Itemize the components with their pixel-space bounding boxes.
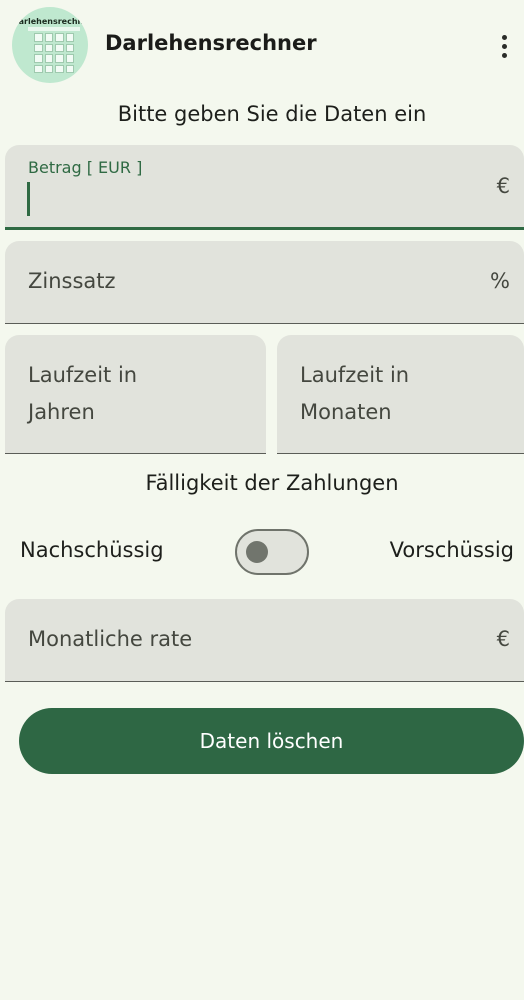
term-months-field[interactable]: Laufzeit in Monaten [277,335,524,454]
logo-text: Darlehensrechner [12,17,88,26]
euro-suffix: € [496,174,510,198]
amount-field[interactable]: Betrag [ EUR ] € [5,145,524,230]
logo-calculator-keys [34,33,74,73]
clear-data-button[interactable]: Daten löschen [19,708,524,774]
advance-option-label: Vorschüssig [389,538,514,562]
term-years-field[interactable]: Laufzeit in Jahren [5,335,266,454]
monthly-rate-field[interactable]: Monatliche rate € [5,599,524,682]
more-vert-icon[interactable] [490,30,518,62]
top-app-bar: Darlehensrechner Darlehensrechner [0,0,524,92]
amount-field-label: Betrag [ EUR ] [28,158,143,177]
app-logo: Darlehensrechner [12,7,88,83]
percent-suffix: % [490,269,510,293]
payment-timing-switch[interactable] [235,529,309,575]
term-months-placeholder-line1: Laufzeit in [300,363,410,387]
interest-rate-placeholder: Zinssatz [28,269,116,293]
monthly-rate-placeholder: Monatliche rate [28,627,193,651]
term-years-placeholder-line1: Laufzeit in [28,363,138,387]
arrears-option-label: Nachschüssig [20,538,164,562]
form-heading: Bitte geben Sie die Daten ein [117,102,427,126]
payment-timing-label: Fälligkeit der Zahlungen [145,471,399,495]
app-screen: Darlehensrechner Darlehensrechner Bitte … [0,0,524,1000]
logo-calculator-display [28,27,80,31]
switch-thumb [246,541,268,563]
text-cursor [27,182,30,216]
euro-suffix: € [496,627,510,651]
term-years-placeholder-line2: Jahren [28,400,95,424]
app-title: Darlehensrechner [105,31,317,55]
term-months-placeholder-line2: Monaten [300,400,392,424]
interest-rate-field[interactable]: Zinssatz % [5,241,524,324]
